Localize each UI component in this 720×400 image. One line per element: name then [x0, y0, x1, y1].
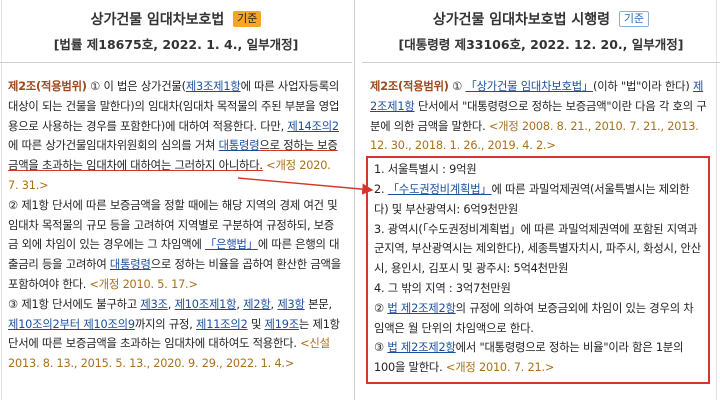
law-link[interactable]: 법 제2조제2항	[387, 341, 456, 354]
text-run: (이하 "법"이라 한다)	[593, 80, 693, 93]
law-link[interactable]: 제14조의2	[287, 120, 339, 133]
text-run: 본문,	[304, 297, 332, 311]
text-run: 까지의 규정,	[134, 317, 197, 331]
text-run: ①	[448, 80, 466, 93]
law-link[interactable]: 제3조제1항	[186, 80, 241, 93]
law-paragraph: ③ 제1항 단서에도 불구하고 제3조, 제10조제1항, 제2항, 제3항 본…	[8, 295, 342, 374]
law-title: 상가건물 임대차보호법 기준	[0, 0, 352, 30]
article-heading: 제2조(적용범위)	[8, 80, 87, 93]
decree-panel: 상가건물 임대차보호법 시행령 기준 [대통령령 제33106호, 2022. …	[362, 0, 720, 400]
law-paragraph: 제2조(적용범위) ① 이 법은 상가건물(제3조제1항에 따른 사업자등록의 …	[8, 77, 342, 196]
decree-item: ② 법 제2조제2항의 규정에 의하여 보증금외에 차임이 있는 경우의 차임액…	[374, 299, 702, 339]
decree-intro-paragraph: 제2조(적용범위) ① 「상가건물 임대차보호법」(이하 "법"이라 한다) 제…	[370, 77, 710, 156]
law-link[interactable]: 「은행법」	[205, 238, 258, 251]
text-run: 3. 광역시(「수도권정비계획법」에 따른 과밀억제권역에 포함된 지역과 군지…	[374, 222, 701, 276]
text-run: 2.	[374, 182, 388, 196]
law-link[interactable]: 「수도권정비계획법」	[388, 183, 492, 196]
decree-title: 상가건물 임대차보호법 시행령 기준	[362, 0, 720, 30]
decree-badge[interactable]: 기준	[618, 11, 650, 27]
law-link[interactable]: 제10조제1항	[175, 298, 237, 311]
amendment-note: <개정 2010. 5. 17.>	[86, 277, 198, 291]
law-panel: 상가건물 임대차보호법 기준 [법률 제18675호, 2022. 1. 4.,…	[0, 0, 352, 400]
text-run: 및	[247, 317, 265, 331]
amendment-note: <개정 2010. 7. 21.>	[442, 361, 555, 375]
text-run: ① 이 법은 상가건물(	[86, 80, 186, 93]
law-badge[interactable]: 기준	[233, 11, 262, 27]
law-subtitle: [법률 제18675호, 2022. 1. 4., 일부개정]	[53, 37, 299, 52]
text-run: 1. 서울특별시 : 9억원	[374, 163, 477, 177]
text-run: ③	[374, 341, 388, 355]
law-link[interactable]: 대통령령	[110, 258, 151, 271]
law-link[interactable]: 제19조	[265, 318, 300, 331]
law-link[interactable]: 제2항	[243, 298, 271, 311]
text-run: 4. 그 밖의 지역 : 3억7천만원	[374, 281, 511, 295]
law-paragraph: ② 제1항 단서에 따른 보증금액을 정할 때에는 해당 지역의 경제 여건 및…	[8, 196, 342, 295]
decree-title-text: 상가건물 임대차보호법 시행령	[432, 12, 611, 28]
highlight-box: 1. 서울특별시 : 9억원 2. 「수도권정비계획법」에 따른 과밀억제권역(서…	[366, 156, 710, 384]
text-run: ,	[167, 297, 175, 311]
decree-item: 3. 광역시(「수도권정비계획법」에 따른 과밀억제권역에 포함된 지역과 군지…	[374, 220, 702, 279]
decree-item: 2. 「수도권정비계획법」에 따른 과밀억제권역(서울특별시는 제외한다) 및 …	[374, 180, 702, 220]
text-run: ②	[374, 301, 388, 315]
column-divider	[354, 0, 355, 400]
decree-item: 1. 서울특별시 : 9억원	[374, 160, 702, 180]
decree-header: 상가건물 임대차보호법 시행령 기준 [대통령령 제33106호, 2022. …	[362, 0, 720, 63]
law-link[interactable]: 법 제2조제2항	[387, 302, 456, 315]
law-header: 상가건물 임대차보호법 기준 [법률 제18675호, 2022. 1. 4.,…	[0, 0, 352, 63]
decree-body: 제2조(적용범위) ① 「상가건물 임대차보호법」(이하 "법"이라 한다) 제…	[362, 63, 720, 384]
decree-subtitle: [대통령령 제33106호, 2022. 12. 20., 일부개정]	[398, 37, 684, 52]
law-link[interactable]: 제11조의2	[196, 318, 248, 331]
law-link[interactable]: 대통령령	[219, 139, 260, 152]
law-title-text: 상가건물 임대차보호법	[90, 12, 225, 28]
decree-item: ③ 법 제2조제2항에서 "대통령령으로 정하는 비율"이라 함은 1분의 10…	[374, 338, 702, 378]
law-link[interactable]: 제10조의2부터 제10조의9	[8, 318, 135, 331]
text-run: ③ 제1항 단서에도 불구하고	[8, 297, 141, 311]
decree-item: 4. 그 밖의 지역 : 3억7천만원	[374, 279, 702, 299]
text-run: 에 따른 상가건물임대차위원회의 심의를 거쳐	[8, 139, 219, 153]
article-heading: 제2조(적용범위)	[370, 80, 449, 93]
law-link[interactable]: 제3항	[277, 298, 305, 311]
law-link[interactable]: 「상가건물 임대차보호법」	[465, 80, 593, 93]
law-body: 제2조(적용범위) ① 이 법은 상가건물(제3조제1항에 따른 사업자등록의 …	[0, 63, 352, 374]
law-link[interactable]: 제3조	[140, 298, 168, 311]
